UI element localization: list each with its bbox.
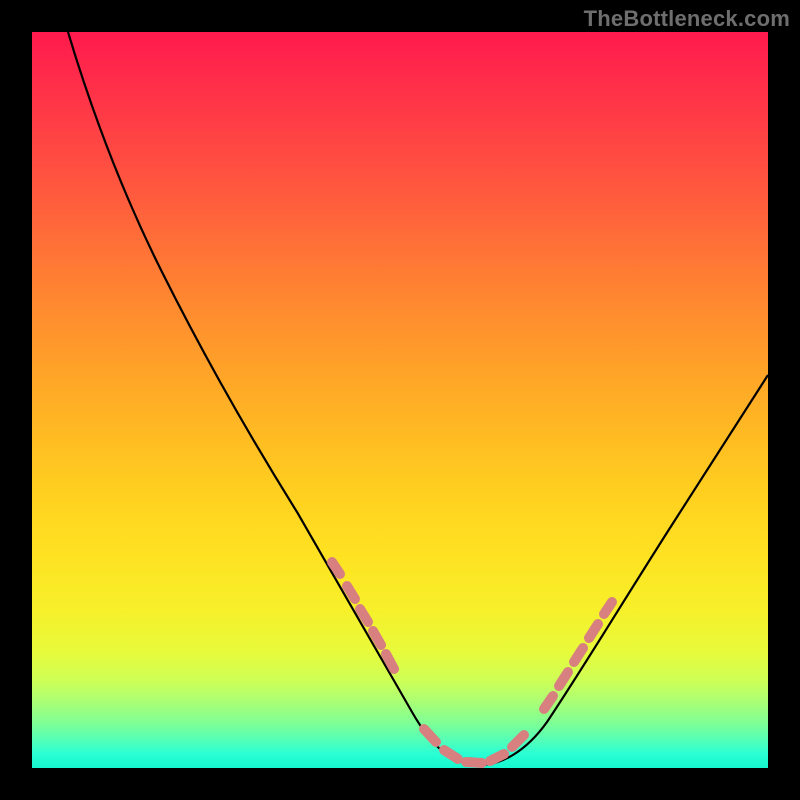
- chart-frame: TheBottleneck.com: [0, 0, 800, 800]
- bottleneck-curve: [68, 32, 768, 765]
- dotted-highlight-left: [332, 562, 394, 669]
- watermark-text: TheBottleneck.com: [584, 6, 790, 32]
- plot-area: [32, 32, 768, 768]
- curve-layer: [32, 32, 768, 768]
- dotted-highlight-right: [544, 602, 612, 709]
